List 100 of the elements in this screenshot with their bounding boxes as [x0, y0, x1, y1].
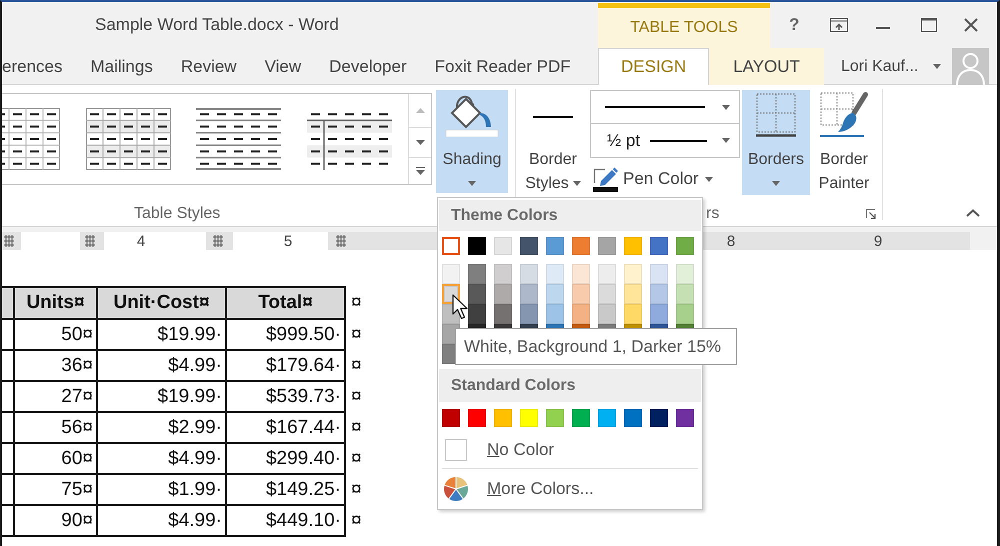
- color-swatch[interactable]: [546, 284, 564, 304]
- maximize-icon[interactable]: [921, 18, 938, 32]
- color-swatch[interactable]: [468, 237, 486, 255]
- color-swatch[interactable]: [572, 304, 590, 324]
- no-color-option[interactable]: No Color: [439, 434, 701, 465]
- table-cell: $167.44·: [226, 412, 345, 443]
- color-swatch[interactable]: [676, 284, 694, 304]
- ribbon-tab[interactable]: erences: [2, 48, 76, 85]
- color-swatch[interactable]: [650, 237, 668, 255]
- pen-color-button[interactable]: Pen Color: [590, 164, 716, 194]
- color-swatch[interactable]: [624, 304, 642, 324]
- color-swatch[interactable]: [520, 284, 538, 304]
- table-cell: $2.99·: [97, 412, 226, 443]
- ribbon-tab[interactable]: Review: [166, 48, 251, 85]
- table-cell: $449.10·: [226, 505, 345, 536]
- color-swatch[interactable]: [650, 409, 668, 427]
- dialog-launcher-icon[interactable]: [866, 209, 876, 219]
- color-swatch[interactable]: [442, 264, 460, 284]
- table-cell: $4.99·: [97, 443, 226, 474]
- color-swatch[interactable]: [468, 284, 486, 304]
- table-cell: $1.99·: [97, 474, 226, 505]
- ribbon-tab[interactable]: View: [250, 48, 316, 85]
- help-button[interactable]: ?: [789, 15, 800, 35]
- color-swatch[interactable]: [676, 264, 694, 284]
- more-colors-option[interactable]: More Colors...: [439, 473, 701, 505]
- line-weight-dropdown[interactable]: ½ pt: [590, 123, 740, 158]
- color-swatch[interactable]: [468, 264, 486, 284]
- color-swatch[interactable]: [676, 409, 694, 427]
- color-swatch[interactable]: [598, 264, 616, 284]
- color-swatch[interactable]: [468, 304, 486, 324]
- more-arrow-icon[interactable]: [416, 167, 424, 175]
- ruler-number: 4: [136, 232, 146, 250]
- column-marker-icon[interactable]: [213, 235, 223, 247]
- table-style-icon[interactable]: [196, 108, 281, 170]
- color-wheel-icon: [443, 476, 469, 502]
- color-swatch[interactable]: [468, 409, 486, 427]
- end-of-row-mark: ¤: [345, 319, 375, 350]
- line-icon: [650, 140, 708, 142]
- account-name[interactable]: Lori Kauf...: [840, 58, 918, 76]
- color-swatch[interactable]: [650, 284, 668, 304]
- ribbon-tab[interactable]: Foxit Reader PDF: [420, 48, 585, 85]
- color-swatch[interactable]: [520, 237, 538, 255]
- color-swatch[interactable]: [676, 237, 694, 255]
- table-cell: $19.99·: [97, 319, 226, 350]
- color-swatch[interactable]: [442, 237, 460, 255]
- color-swatch[interactable]: [650, 264, 668, 284]
- color-swatch[interactable]: [650, 304, 668, 324]
- close-icon[interactable]: [964, 18, 978, 32]
- caret-icon: [704, 176, 713, 182]
- table-style-icon[interactable]: [2, 108, 60, 170]
- color-swatch[interactable]: [624, 284, 642, 304]
- caret-icon: [572, 181, 581, 186]
- end-of-row-mark: ¤: [345, 474, 375, 505]
- table-cell: 50¤: [14, 319, 97, 350]
- color-swatch[interactable]: [572, 264, 590, 284]
- color-swatch[interactable]: [520, 264, 538, 284]
- color-swatch[interactable]: [546, 409, 564, 427]
- color-swatch[interactable]: [598, 304, 616, 324]
- avatar-icon[interactable]: [952, 48, 990, 85]
- color-swatch[interactable]: [546, 264, 564, 284]
- color-swatch[interactable]: [494, 304, 512, 324]
- color-swatch[interactable]: [572, 284, 590, 304]
- color-swatch[interactable]: [520, 304, 538, 324]
- border-styles-button[interactable]: Border Styles: [520, 90, 586, 195]
- color-swatch[interactable]: [546, 237, 564, 255]
- color-swatch[interactable]: [494, 284, 512, 304]
- color-swatch[interactable]: [624, 264, 642, 284]
- chevron-up-icon[interactable]: [966, 209, 980, 217]
- ribbon-tab[interactable]: Mailings: [76, 48, 167, 85]
- border-painter-button[interactable]: Border Painter: [812, 90, 876, 195]
- color-swatch[interactable]: [624, 409, 642, 427]
- color-swatch[interactable]: [520, 409, 538, 427]
- pen-icon: [593, 166, 618, 192]
- minimize-icon[interactable]: [876, 27, 890, 29]
- color-swatch[interactable]: [494, 264, 512, 284]
- ribbon-tab[interactable]: Developer: [315, 48, 421, 85]
- color-swatch[interactable]: [676, 304, 694, 324]
- color-swatch[interactable]: [624, 237, 642, 255]
- color-swatch[interactable]: [546, 304, 564, 324]
- color-swatch[interactable]: [598, 284, 616, 304]
- borders-button[interactable]: Borders: [742, 90, 810, 195]
- column-marker-icon[interactable]: [336, 235, 346, 247]
- up-arrow-icon[interactable]: [416, 108, 424, 113]
- color-swatch[interactable]: [572, 237, 590, 255]
- ribbon-tab[interactable]: LAYOUT: [709, 48, 824, 85]
- color-swatch[interactable]: [494, 237, 512, 255]
- table-style-icon[interactable]: [86, 108, 170, 170]
- color-swatch[interactable]: [442, 409, 460, 427]
- color-swatch[interactable]: [494, 409, 512, 427]
- color-swatch[interactable]: [598, 409, 616, 427]
- caret-icon: [468, 181, 476, 186]
- color-swatch[interactable]: [572, 409, 590, 427]
- table-cell: 56¤: [14, 412, 97, 443]
- column-marker-icon[interactable]: [4, 235, 14, 247]
- shading-button[interactable]: Shading: [436, 90, 508, 193]
- ribbon-tab[interactable]: DESIGN: [598, 48, 710, 85]
- column-marker-icon[interactable]: [85, 235, 95, 247]
- color-swatch[interactable]: [598, 237, 616, 255]
- line-style-dropdown[interactable]: [590, 90, 740, 124]
- down-arrow-icon[interactable]: [416, 140, 424, 145]
